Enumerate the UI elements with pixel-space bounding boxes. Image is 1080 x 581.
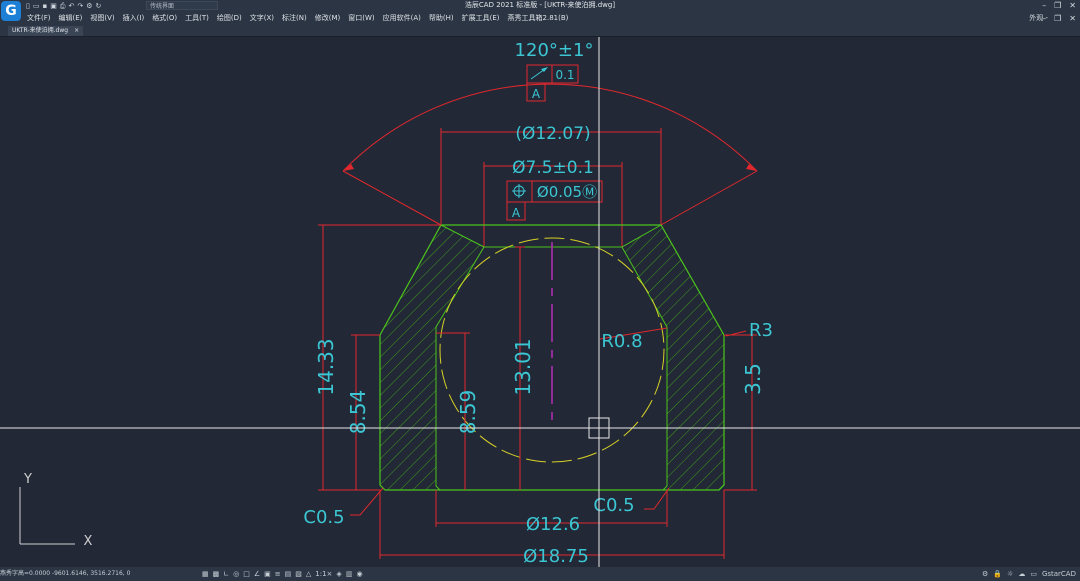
fullscreen-icon[interactable]: ▭	[1030, 567, 1037, 581]
status-toolbar: ▦ ▩ ∟ ◎ □ ∠ ▣ ≡ ▤ ▧ △ 1:1× ◈ ▥ ◉	[202, 567, 363, 581]
menu-item-5[interactable]: 工具(T)	[185, 12, 209, 25]
doc-restore-icon[interactable]: ❐	[1054, 12, 1061, 25]
crosshair-cursor	[0, 37, 1080, 567]
lineweight-icon[interactable]: ≡	[275, 567, 281, 581]
c-right-text: C0.5	[593, 495, 634, 516]
otrack-icon[interactable]: ∠	[254, 567, 260, 581]
hatch-right	[622, 225, 724, 490]
dim-18-75-text: Ø18.75	[523, 546, 589, 567]
gdt-frame2-datum: A	[512, 206, 521, 220]
hatch-left	[380, 225, 484, 490]
r-0-8-text: R0.8	[601, 331, 642, 352]
angle-text: 120°±1°	[515, 40, 594, 61]
dim-3-5-text: 3.5	[741, 363, 765, 395]
doc-close-icon[interactable]: ✕	[1069, 12, 1076, 25]
grid-icon[interactable]: ▩	[213, 567, 220, 581]
open-folder-icon[interactable]: ▭	[33, 0, 40, 12]
gdt-frame1-value: 0.1	[555, 68, 574, 82]
save-icon[interactable]: ▪	[42, 0, 47, 12]
dim-12-07-text: (Ø12.07)	[515, 124, 590, 144]
ucs-icon	[19, 487, 75, 545]
menu-item-4[interactable]: 格式(O)	[152, 12, 177, 25]
cloud-icon[interactable]: ☁	[1018, 567, 1025, 581]
menu-item-7[interactable]: 文字(X)	[250, 12, 274, 25]
brand-label: GstarCAD	[1041, 570, 1076, 578]
status-bar: 燕秀字高=0.0000 -9601.6146, 3516.2716, 0 ▦ ▩…	[0, 567, 1080, 581]
title-bar: 浩辰CAD 2021 标准版 - [UKTR-来使泊拥.dwg] ▯ ▭ ▪ ▣…	[0, 0, 1080, 12]
gdt-frame2-value: Ø0.05Ⓜ	[537, 183, 597, 201]
angle-dimension	[342, 83, 758, 226]
restore-icon[interactable]: ❐	[1054, 0, 1061, 11]
osnap-icon[interactable]: □	[243, 567, 250, 581]
redo-icon[interactable]: ↷	[77, 0, 83, 12]
c-right-leader	[644, 487, 670, 510]
ducs-icon[interactable]: ▣	[264, 567, 271, 581]
hardware-icon[interactable]: ▥	[346, 567, 353, 581]
clean-screen-icon[interactable]: ◉	[356, 567, 362, 581]
print-icon[interactable]: ⎙	[60, 0, 66, 12]
zoom-scale[interactable]: 1:1×	[315, 567, 332, 581]
dim-14-33-text: 14.33	[314, 338, 338, 395]
drawing-canvas[interactable]: 120°±1° 0.1 A (Ø12.07) Ø7.5±0.1 Ø0.05Ⓜ A	[0, 37, 1080, 567]
scale-icon[interactable]: △	[306, 567, 311, 581]
c-left-text: C0.5	[303, 507, 344, 528]
document-controls: – ❐ ✕	[1042, 12, 1076, 25]
ucs-y-label: Y	[23, 472, 32, 487]
menu-item-12[interactable]: 帮助(H)	[429, 12, 454, 25]
refresh-icon[interactable]: ↻	[96, 0, 102, 12]
menu-list: 文件(F) 编辑(E) 视图(V) 插入(I) 格式(O) 工具(T) 绘图(D) 文字(X)…	[27, 12, 568, 25]
menu-bar: 文件(F) 编辑(E) 视图(V) 插入(I) 格式(O) 工具(T) 绘图(D) 文字(X)…	[0, 12, 1080, 25]
menu-item-11[interactable]: 应用软件(A)	[383, 12, 421, 25]
app-logo[interactable]: G	[1, 1, 21, 21]
menu-item-9[interactable]: 修改(M)	[315, 12, 341, 25]
menu-item-2[interactable]: 视图(V)	[90, 12, 114, 25]
menu-item-10[interactable]: 窗口(W)	[348, 12, 374, 25]
status-right: ⚙ 🔒 ☼ ☁ ▭ GstarCAD	[982, 567, 1076, 581]
document-tab-bar: UKTR-来使泊拥.dwg ×	[0, 25, 1080, 37]
polar-icon[interactable]: ◎	[233, 567, 239, 581]
model-icon[interactable]: ▧	[295, 567, 302, 581]
window-controls: – ❐ ✕	[1042, 0, 1076, 11]
coordinates-readout: 燕秀字高=0.0000 -9601.6146, 3516.2716, 0	[0, 570, 131, 577]
menu-item-14[interactable]: 燕秀工具箱2.81(B)	[508, 12, 569, 25]
close-icon[interactable]: ✕	[1069, 0, 1076, 11]
menu-item-3[interactable]: 插入(I)	[123, 12, 145, 25]
isolate-icon[interactable]: ◈	[336, 567, 341, 581]
ucs-x-label: X	[84, 534, 93, 549]
workspace-icon[interactable]: ⚙	[86, 0, 92, 12]
menu-item-13[interactable]: 扩展工具(E)	[462, 12, 500, 25]
menu-item-6[interactable]: 绘图(D)	[217, 12, 242, 25]
snap-icon[interactable]: ▦	[202, 567, 209, 581]
undo-icon[interactable]: ↶	[68, 0, 74, 12]
save-as-icon[interactable]: ▣	[50, 0, 57, 12]
minimize-icon[interactable]: –	[1042, 0, 1046, 11]
r-3-text: R3	[749, 320, 773, 341]
ortho-icon[interactable]: ∟	[223, 567, 229, 581]
workspace-select[interactable]: 传统界面	[146, 1, 218, 10]
annotation-icon[interactable]: ▤	[285, 567, 292, 581]
tip-icon[interactable]: ☼	[1007, 567, 1013, 581]
tab-close-icon[interactable]: ×	[74, 26, 79, 36]
doc-minimize-icon[interactable]: –	[1042, 12, 1046, 25]
menu-item-8[interactable]: 标注(N)	[282, 12, 307, 25]
dim-7-5-text: Ø7.5±0.1	[512, 158, 594, 178]
dim-13-01-text: 13.01	[511, 338, 535, 395]
quick-access-toolbar: ▯ ▭ ▪ ▣ ⎙ ↶ ↷ ⚙ ↻	[26, 0, 101, 12]
menu-item-0[interactable]: 文件(F)	[27, 12, 51, 25]
dim-3-5	[724, 334, 757, 491]
settings-icon[interactable]: ⚙	[982, 567, 988, 581]
new-file-icon[interactable]: ▯	[26, 0, 30, 12]
c-left-leader	[350, 487, 384, 516]
lock-icon[interactable]: 🔒	[993, 567, 1002, 581]
gdt-frame1-datum: A	[532, 87, 541, 101]
dim-12-6-text: Ø12.6	[526, 514, 580, 535]
document-tab[interactable]: UKTR-来使泊拥.dwg ×	[8, 26, 84, 36]
menu-item-1[interactable]: 编辑(E)	[59, 12, 83, 25]
document-tab-label: UKTR-来使泊拥.dwg	[12, 27, 69, 34]
